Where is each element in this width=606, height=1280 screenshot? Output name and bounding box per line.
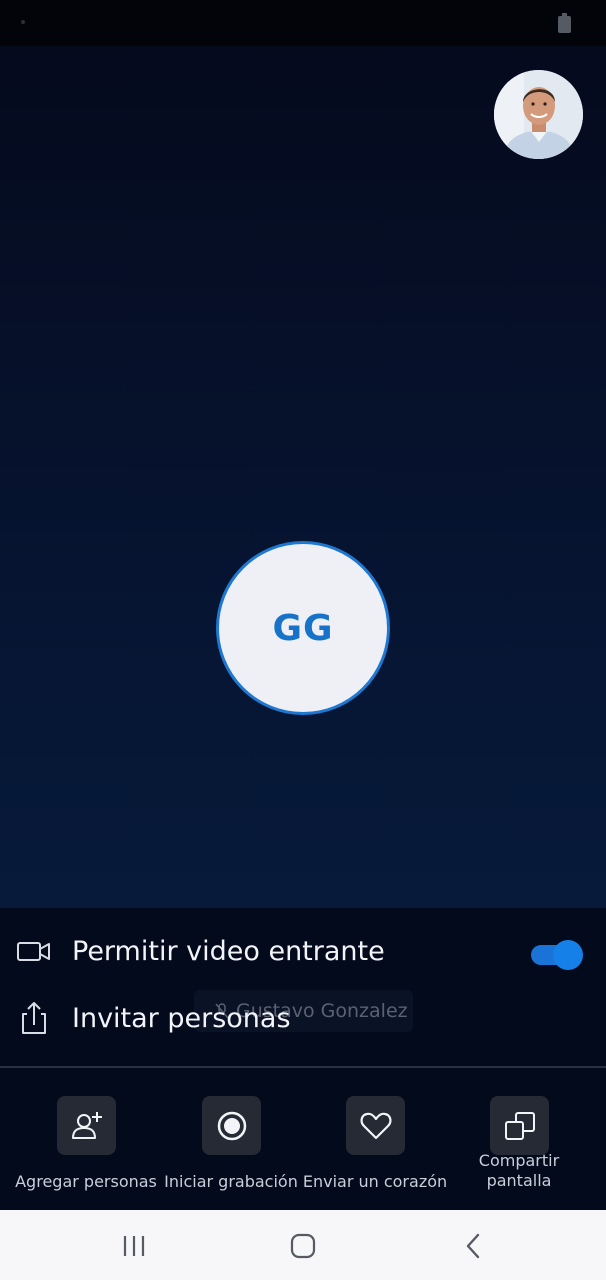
self-video-thumbnail[interactable] (494, 70, 583, 159)
back-icon[interactable] (460, 1232, 488, 1260)
allow-incoming-video-label: Permitir video entrante (72, 935, 385, 967)
self-portrait-image (494, 70, 583, 159)
add-people-label: Agregar personas (15, 1172, 157, 1191)
avatar-initials: GG (272, 607, 334, 649)
share-icon (22, 1002, 46, 1034)
divider (0, 1066, 606, 1068)
start-recording-label: Iniciar grabación (164, 1172, 298, 1191)
status-bar (0, 0, 606, 46)
send-heart-label: Enviar un corazón (302, 1172, 448, 1191)
invite-people-label: Invitar personas (72, 1002, 291, 1034)
recents-icon[interactable] (120, 1232, 148, 1260)
call-actions: Agregar personas Iniciar grabación Envia… (0, 1096, 606, 1206)
system-navigation-bar (0, 1210, 606, 1280)
notification-dot (21, 20, 25, 24)
invite-people-row[interactable]: Invitar personas (0, 988, 606, 1048)
record-icon (217, 1111, 246, 1140)
start-recording-button[interactable] (202, 1096, 261, 1155)
share-screen-button[interactable] (490, 1096, 549, 1155)
participant-avatar[interactable]: GG (216, 541, 390, 715)
add-person-icon (71, 1111, 102, 1139)
battery-icon (558, 13, 571, 33)
call-stage (0, 46, 606, 908)
allow-incoming-video-toggle[interactable] (529, 939, 583, 970)
call-options-sheet: Permitir video entrante Gustavo Gonzalez… (0, 908, 606, 1210)
send-heart-button[interactable] (346, 1096, 405, 1155)
video-camera-icon (17, 942, 50, 961)
allow-incoming-video-row[interactable]: Permitir video entrante (0, 921, 606, 981)
share-screen-icon (504, 1111, 535, 1140)
add-people-button[interactable] (57, 1096, 116, 1155)
home-icon[interactable] (289, 1232, 317, 1260)
heart-icon (360, 1112, 391, 1139)
share-screen-label: Compartir pantalla (478, 1151, 560, 1190)
